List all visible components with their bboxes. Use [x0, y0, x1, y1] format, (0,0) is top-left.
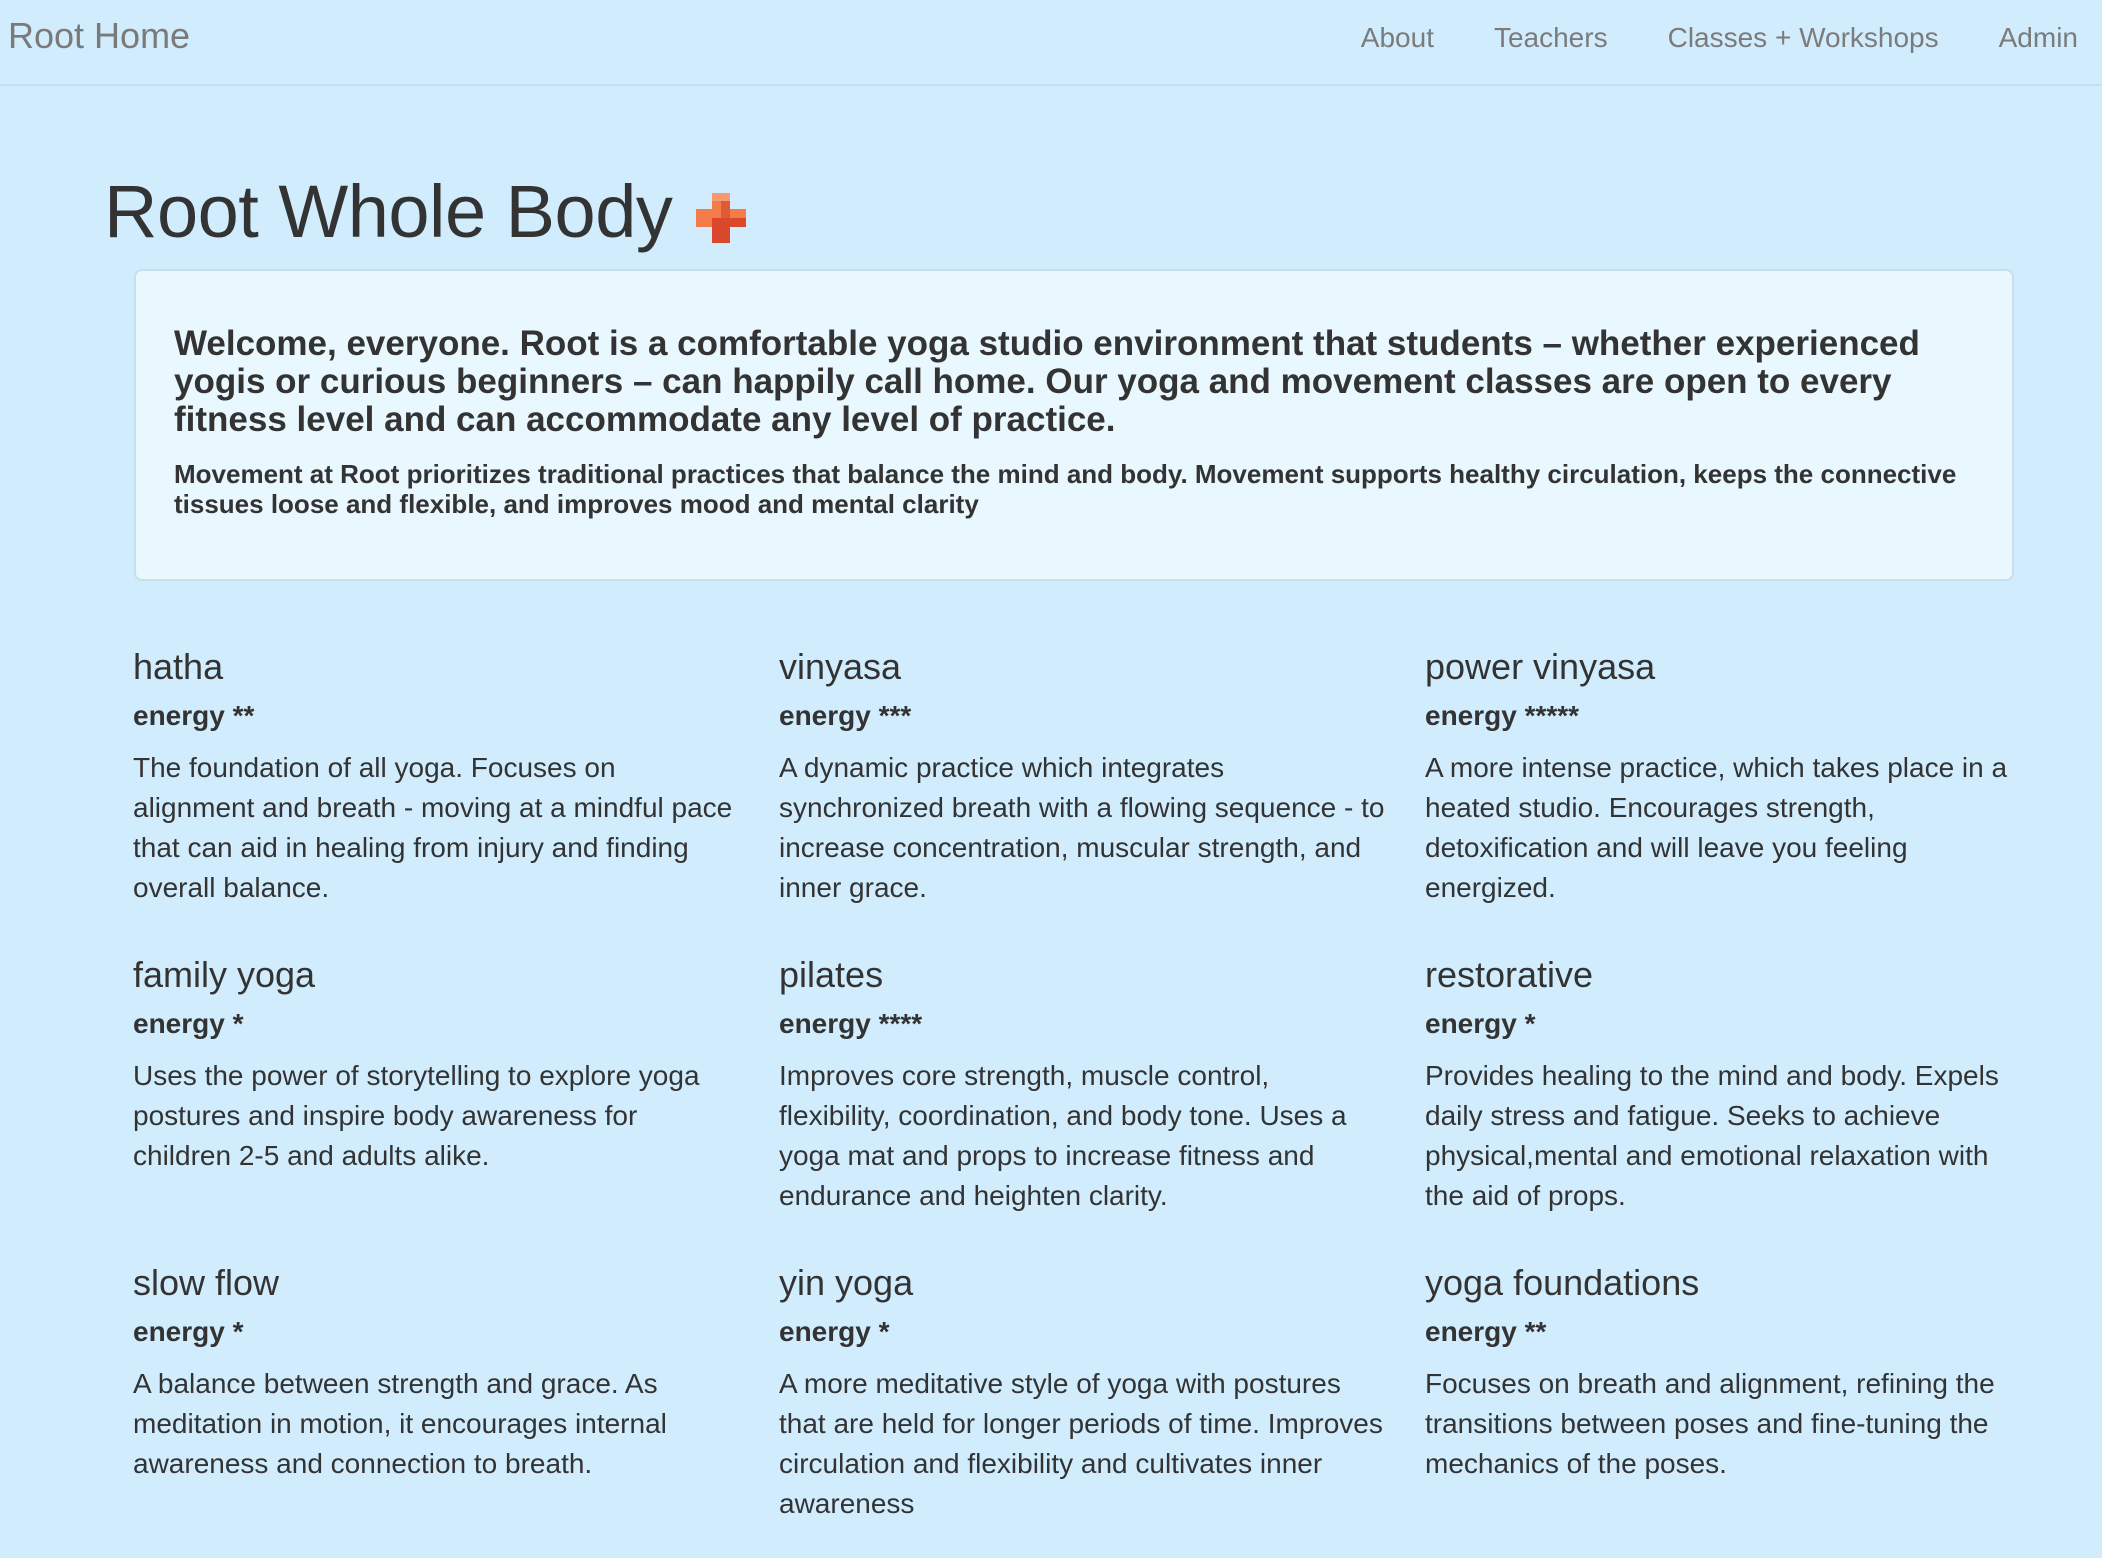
brand-link[interactable]: Root Home: [8, 14, 190, 58]
class-energy: energy ***: [779, 700, 912, 731]
class-description: Improves core strength, muscle control, …: [779, 1060, 1347, 1211]
intro-lead: Welcome, everyone. Root is a comfortable…: [174, 324, 1920, 439]
class-energy: energy *: [133, 1008, 244, 1039]
classes-grid: hatha energy ** The foundation of all yo…: [133, 634, 2073, 1558]
class-energy: energy *: [779, 1316, 890, 1347]
class-name: yoga foundations: [1425, 1262, 1700, 1303]
title-row: Root Whole Body: [104, 162, 748, 262]
nav-link-admin[interactable]: Admin: [1999, 18, 2078, 58]
class-name: yin yoga: [779, 1262, 914, 1303]
class-description: A more meditative style of yoga with pos…: [779, 1368, 1383, 1519]
class-description: The foundation of all yoga. Focuses on a…: [133, 752, 733, 903]
class-name: power vinyasa: [1425, 646, 1656, 687]
intro-sub: Movement at Root prioritizes traditional…: [174, 459, 1957, 519]
class-energy: energy *: [133, 1316, 244, 1347]
top-navbar: Root Home About Teachers Classes + Works…: [0, 0, 2102, 86]
class-card-yin-yoga: yin yoga energy * A more meditative styl…: [779, 1250, 1425, 1558]
class-name: family yoga: [133, 954, 316, 995]
nav-links: About Teachers Classes + Workshops Admin: [1301, 18, 2078, 58]
class-card-family-yoga: family yoga energy * Uses the power of s…: [133, 942, 779, 1250]
class-energy: energy **: [133, 700, 255, 731]
class-card-restorative: restorative energy * Provides healing to…: [1425, 942, 2071, 1250]
class-description: Provides healing to the mind and body. E…: [1425, 1060, 1999, 1211]
class-description: Focuses on breath and alignment, refinin…: [1425, 1368, 1995, 1479]
class-energy: energy **: [1425, 1316, 1547, 1347]
class-card-pilates: pilates energy **** Improves core streng…: [779, 942, 1425, 1250]
class-card-vinyasa: vinyasa energy *** A dynamic practice wh…: [779, 634, 1425, 942]
class-name: hatha: [133, 646, 224, 687]
class-energy: energy *: [1425, 1008, 1536, 1039]
nav-link-about[interactable]: About: [1361, 18, 1434, 58]
class-description: A more intense practice, which takes pla…: [1425, 752, 2008, 903]
class-card-slow-flow: slow flow energy * A balance between str…: [133, 1250, 779, 1558]
class-card-yoga-foundations: yoga foundations energy ** Focuses on br…: [1425, 1250, 2071, 1558]
page-title: Root Whole Body: [104, 170, 673, 253]
class-name: vinyasa: [779, 646, 902, 687]
intro-panel: Welcome, everyone. Root is a comfortable…: [134, 269, 2014, 581]
nav-link-teachers[interactable]: Teachers: [1494, 18, 1608, 58]
nav-link-classes-workshops[interactable]: Classes + Workshops: [1668, 18, 1939, 58]
class-description: A dynamic practice which integrates sync…: [779, 752, 1385, 903]
class-description: A balance between strength and grace. As…: [133, 1368, 667, 1479]
class-energy: energy ****: [779, 1008, 923, 1039]
class-card-hatha: hatha energy ** The foundation of all yo…: [133, 634, 779, 942]
class-name: pilates: [779, 954, 884, 995]
class-name: slow flow: [133, 1262, 280, 1303]
plus-icon: [696, 193, 747, 243]
class-energy: energy *****: [1425, 700, 1580, 731]
class-description: Uses the power of storytelling to explor…: [133, 1060, 700, 1171]
class-name: restorative: [1425, 954, 1594, 995]
class-card-power-vinyasa: power vinyasa energy ***** A more intens…: [1425, 634, 2071, 942]
